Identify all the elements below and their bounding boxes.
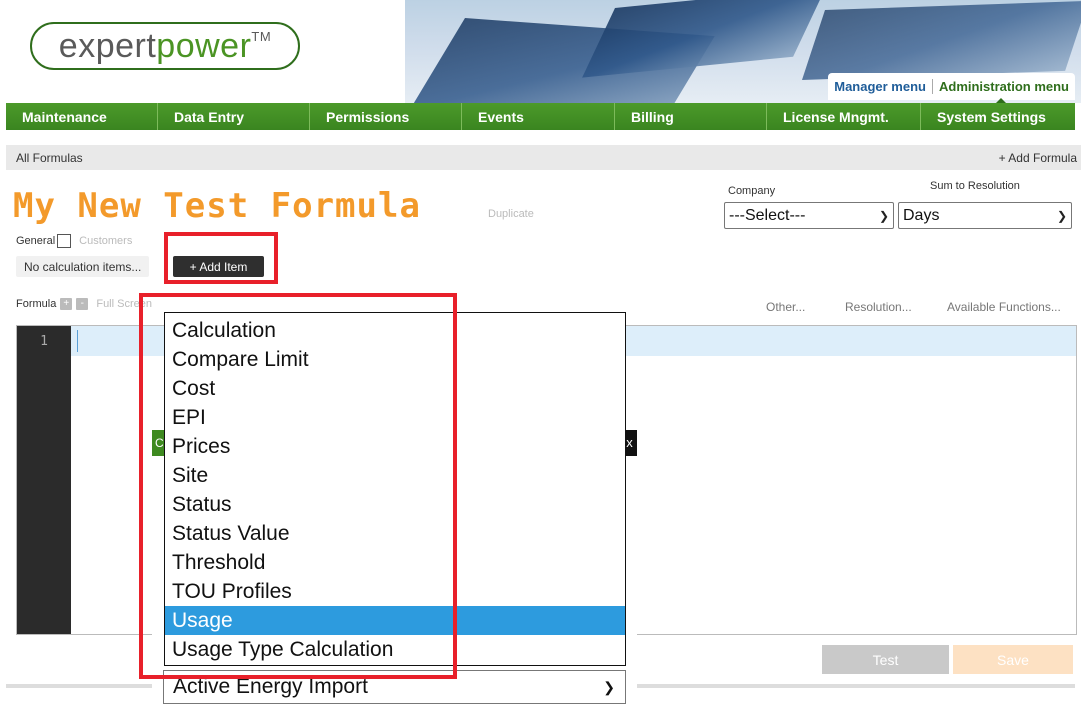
sum-to-resolution-label: Sum to Resolution — [930, 180, 1020, 192]
general-checkbox[interactable] — [57, 234, 72, 248]
nav-events[interactable]: Events — [462, 103, 615, 130]
other-link[interactable]: Other... — [766, 300, 805, 314]
company-select[interactable]: ---Select--- ❯ — [724, 202, 894, 229]
manager-menu-link[interactable]: Manager menu — [834, 79, 933, 94]
breadcrumb: All Formulas + Add Formula — [6, 145, 1081, 170]
zoom-out-button[interactable]: - — [76, 298, 89, 310]
nav-system-settings[interactable]: System Settings — [921, 103, 1075, 130]
calculation-items-placeholder: No calculation items... — [16, 256, 150, 277]
line-number: 1 — [40, 334, 48, 349]
breadcrumb-all-formulas[interactable]: All Formulas — [16, 151, 83, 165]
company-label: Company — [728, 185, 776, 197]
duplicate-link[interactable]: Duplicate — [488, 208, 534, 220]
chevron-down-icon: ❯ — [603, 678, 615, 695]
resolution-link[interactable]: Resolution... — [845, 300, 912, 314]
available-functions-link[interactable]: Available Functions... — [947, 300, 1061, 314]
chevron-down-icon: ❯ — [878, 208, 889, 223]
formula-label: Formula — [16, 298, 57, 310]
formula-title[interactable]: My New Test Formula — [13, 186, 421, 226]
menu-switcher: Manager menu Administration menu — [828, 73, 1075, 103]
highlight-box-add-item — [164, 232, 278, 284]
resolution-select[interactable]: Days ❯ — [898, 202, 1072, 229]
add-formula-link[interactable]: + Add Formula — [999, 151, 1077, 165]
customers-label: Customers — [79, 235, 133, 247]
nav-billing[interactable]: Billing — [615, 103, 767, 130]
main-nav: Maintenance Data Entry Permissions Event… — [6, 103, 1075, 130]
test-button[interactable]: Test — [822, 645, 949, 674]
scope-row: General Customers — [16, 234, 132, 248]
zoom-in-button[interactable]: + — [60, 298, 73, 310]
general-label: General — [16, 235, 56, 247]
highlight-box-dropdown — [139, 293, 457, 679]
nav-maintenance[interactable]: Maintenance — [6, 103, 158, 130]
expertpower-logo[interactable]: expert power TM — [30, 22, 300, 70]
nav-data-entry[interactable]: Data Entry — [158, 103, 310, 130]
administration-menu-link[interactable]: Administration menu — [933, 79, 1069, 103]
header: expert power TM Manager menu Administratio… — [0, 0, 1081, 103]
nav-license-management[interactable]: License Mngmt. — [767, 103, 921, 130]
chevron-down-icon: ❯ — [1056, 208, 1067, 223]
formula-toolbar: Formula + - Full Screen — [16, 298, 152, 310]
save-button[interactable]: Save — [953, 645, 1073, 674]
text-cursor — [77, 330, 78, 352]
nav-permissions[interactable]: Permissions — [310, 103, 462, 130]
line-gutter — [17, 326, 71, 634]
